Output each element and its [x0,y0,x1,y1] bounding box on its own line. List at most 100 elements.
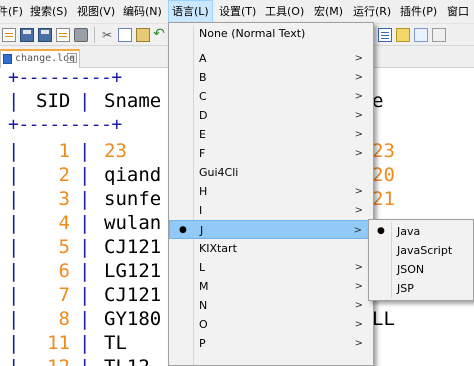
submenu-item[interactable]: ● Java [369,222,473,241]
table-pipe: | [8,332,20,354]
cell-sname: TL [104,332,127,354]
table-pipe: | [8,212,20,234]
language-menu-item[interactable]: L > [169,258,373,277]
submenu-arrow-icon: > [354,281,363,292]
cell-sname: sunfe [104,188,162,210]
table-pipe: | [79,236,91,258]
language-menu-item[interactable]: C > [169,87,373,106]
language-menu-item[interactable]: None (Normal Text) [169,24,373,43]
cell-sid: 1 [58,140,70,162]
submenu-item[interactable]: JSON [369,260,473,279]
menu-settings[interactable]: 设置(T) [219,0,256,24]
selected-bullet-icon: ● [179,225,187,235]
submenu-item[interactable]: JSP [369,279,473,298]
menu-plugins[interactable]: 插件(P) [400,0,437,24]
language-menu-item[interactable]: N > [169,296,373,315]
language-menu-item[interactable]: F > [169,144,373,163]
language-menu-item[interactable]: M > [169,277,373,296]
language-menu-item[interactable]: E > [169,125,373,144]
menu-macro[interactable]: 宏(M) [314,0,343,24]
cell-sname: qiand [104,164,162,186]
menu-file[interactable]: 件(F) [0,0,23,24]
table-pipe: | [79,332,91,354]
tab-close-button[interactable]: × [67,53,77,63]
table-border-line: +---------+ [8,114,122,135]
table-pipe: | [79,308,91,330]
submenu-arrow-icon: > [354,110,363,121]
undo-icon[interactable]: ↶ [152,27,166,42]
doc-map-icon[interactable] [414,28,428,42]
menu-item-label: M [199,280,209,293]
table-pipe: | [79,188,91,210]
language-menu-item[interactable]: B > [169,68,373,87]
paste-icon[interactable] [136,28,150,42]
language-menu-item[interactable]: KIXtart [169,239,373,258]
cell-sid: 4 [58,212,70,234]
menu-item-label: None (Normal Text) [199,27,306,40]
table-pipe: | [8,188,20,210]
word-wrap-icon[interactable] [378,28,392,42]
close-icon[interactable] [56,28,70,42]
table-pipe: | [79,90,91,112]
cell-sname: wulan [104,212,162,234]
cell-sname: TL12 [104,356,150,366]
bookmark-icon[interactable] [396,28,410,42]
cell-sname: CJ121 [104,284,162,306]
toolbar-separator [94,27,95,43]
submenu-item-label: JSON [397,263,425,276]
menu-item-label: B [199,71,207,84]
language-menu-item[interactable]: P > [169,334,373,353]
selected-bullet-icon: ● [377,226,385,236]
language-menu-item[interactable]: I > [169,201,373,220]
menu-bar: 件(F) 搜索(S) 视图(V) 编码(N) 语言(L) 设置(T) 工具(O)… [0,0,474,24]
cell-sname: LG121 [104,260,162,282]
language-menu-item[interactable]: ● J > [169,220,373,239]
panel-icon[interactable] [432,28,446,42]
menu-language[interactable]: 语言(L) [168,0,213,24]
cell-sid: 5 [58,236,70,258]
submenu-item-label: JSP [397,282,414,295]
language-menu-item[interactable]: D > [169,106,373,125]
save-icon[interactable] [20,28,34,42]
table-pipe: | [8,308,20,330]
submenu-item-label: JavaScript [397,244,453,257]
menu-item-label: H [199,185,208,198]
j-language-submenu: ● Java JavaScript JSON JSP [368,219,474,301]
language-menu-item[interactable]: A > [169,49,373,68]
new-file-icon[interactable] [2,28,16,42]
copy-icon[interactable] [118,28,132,42]
language-menu-item[interactable]: H > [169,182,373,201]
print-icon[interactable] [74,28,88,42]
submenu-arrow-icon: > [354,262,363,273]
menu-run[interactable]: 运行(R) [353,0,391,24]
header-sid: SID [36,90,71,112]
submenu-item[interactable]: JavaScript [369,241,473,260]
submenu-arrow-icon: > [354,186,363,197]
cell-sid: 6 [58,260,70,282]
cell-tail: 21 [372,188,395,210]
submenu-arrow-icon: > [354,338,363,349]
cell-tail: 23 [372,140,395,162]
menu-view[interactable]: 视图(V) [77,0,115,24]
table-pipe: | [79,356,90,366]
cell-sid: 11 [47,332,70,354]
menu-encoding[interactable]: 编码(N) [123,0,162,24]
cell-sname: 23 [104,140,127,162]
menu-item-label: P [199,337,206,350]
submenu-arrow-icon: > [353,225,362,236]
menu-tools[interactable]: 工具(O) [265,0,304,24]
table-pipe: | [79,140,91,162]
menu-item-label: E [199,128,206,141]
cell-sname: GY180 [104,308,162,330]
language-menu-item[interactable]: O > [169,315,373,334]
header-sname: Sname [104,90,162,112]
menu-search[interactable]: 搜索(S) [30,0,68,24]
menu-window[interactable]: 窗口 [447,0,469,24]
language-menu-item[interactable]: Gui4Cli [169,163,373,182]
save-all-icon[interactable] [38,28,52,42]
file-icon [3,54,12,64]
tab-change-log[interactable]: change.log × [0,49,80,68]
submenu-arrow-icon: > [354,53,363,64]
language-menu: None (Normal Text) A > B > C > D > E > F > Gui4Cli H > I… [168,22,374,366]
cut-icon[interactable]: ✂ [100,28,114,42]
